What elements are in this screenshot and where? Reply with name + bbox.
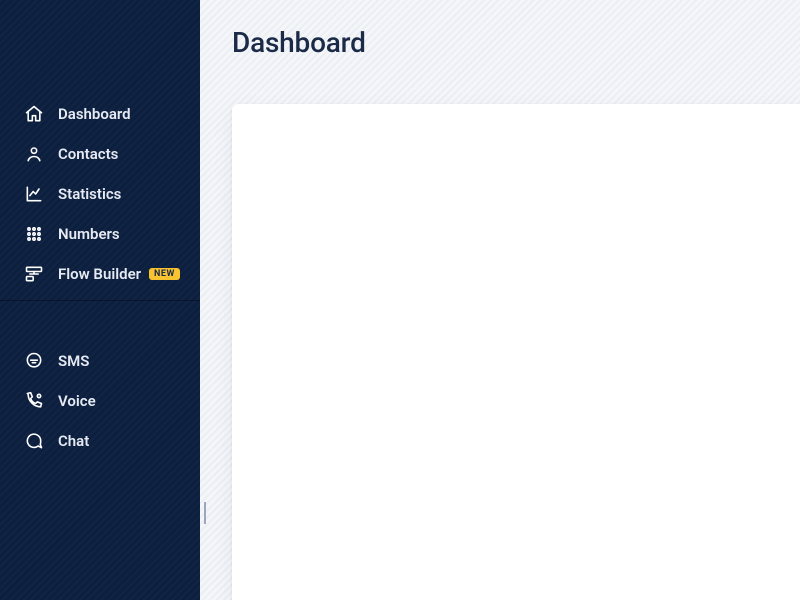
sidebar-item-sms[interactable]: SMS — [0, 341, 200, 381]
sidebar-item-label: Contacts — [58, 145, 118, 163]
nav-group-secondary: SMS Voice Chat — [0, 341, 200, 461]
home-icon — [24, 104, 44, 124]
sidebar-item-label: Flow Builder — [58, 265, 141, 283]
app-root: Dashboard Contacts Statistics — [0, 0, 800, 600]
sidebar-item-chat[interactable]: Chat — [0, 421, 200, 461]
sidebar-item-label: Statistics — [58, 185, 121, 203]
sidebar-collapse-handle[interactable] — [204, 502, 209, 524]
chat-icon — [24, 431, 44, 451]
sidebar-item-dashboard[interactable]: Dashboard — [0, 94, 200, 134]
main-content: Dashboard — [200, 0, 800, 600]
sidebar-item-label: Voice — [58, 392, 96, 410]
user-icon — [24, 144, 44, 164]
page-title: Dashboard — [232, 26, 366, 59]
new-badge: NEW — [149, 268, 180, 280]
phone-icon — [24, 391, 44, 411]
nav-group-primary: Dashboard Contacts Statistics — [0, 94, 200, 294]
sidebar-item-numbers[interactable]: Numbers — [0, 214, 200, 254]
dashboard-card — [232, 104, 800, 600]
sidebar-item-voice[interactable]: Voice — [0, 381, 200, 421]
sidebar-item-label: Numbers — [58, 225, 120, 243]
sidebar-item-contacts[interactable]: Contacts — [0, 134, 200, 174]
message-icon — [24, 351, 44, 371]
sidebar: Dashboard Contacts Statistics — [0, 0, 200, 600]
sidebar-item-flow-builder[interactable]: Flow Builder NEW — [0, 254, 200, 294]
chart-line-icon — [24, 184, 44, 204]
sidebar-item-label: SMS — [58, 352, 89, 370]
sidebar-item-label: Dashboard — [58, 105, 131, 123]
sidebar-item-label: Chat — [58, 432, 89, 450]
dialpad-icon — [24, 224, 44, 244]
flow-icon — [24, 264, 44, 284]
nav-divider — [0, 300, 200, 301]
sidebar-item-statistics[interactable]: Statistics — [0, 174, 200, 214]
